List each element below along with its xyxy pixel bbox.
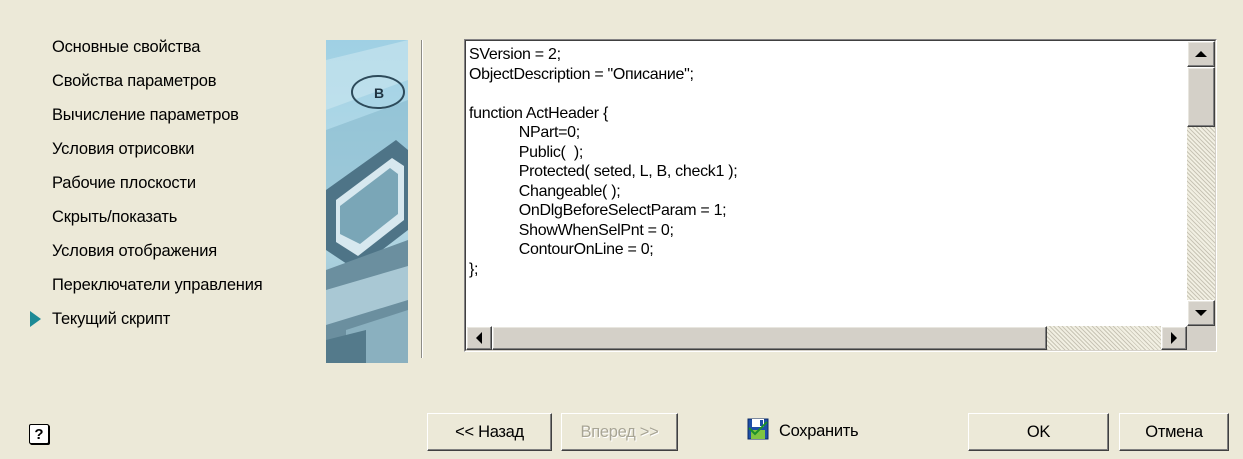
scroll-left-button[interactable] bbox=[466, 326, 492, 350]
cancel-button-label: Отмена bbox=[1145, 422, 1203, 441]
nav-item-label: Вычисление параметров bbox=[52, 106, 239, 124]
code-line: Changeable( ); bbox=[469, 182, 621, 200]
arrow-down-icon bbox=[1195, 310, 1207, 316]
nav-item-label: Условия отрисовки bbox=[52, 140, 195, 158]
horizontal-scroll-thumb[interactable] bbox=[492, 326, 1047, 350]
save-button[interactable]: Сохранить bbox=[746, 416, 859, 446]
cancel-button[interactable]: Отмена bbox=[1119, 413, 1229, 451]
code-line: ObjectDescription = "Описание"; bbox=[469, 65, 694, 83]
save-icon bbox=[746, 417, 770, 446]
divider bbox=[421, 40, 423, 358]
back-button-label: << Назад bbox=[455, 422, 524, 441]
nav-item-parameter-calculation[interactable]: Вычисление параметров bbox=[30, 98, 320, 132]
code-line: }; bbox=[469, 260, 479, 278]
code-line: Protected( seted, L, B, check1 ); bbox=[469, 163, 738, 180]
nav-item-display-conditions[interactable]: Условия отображения bbox=[30, 234, 320, 268]
script-editor[interactable]: SVersion = 2; ObjectDescription = "Описан… bbox=[464, 39, 1217, 352]
help-button[interactable]: ? bbox=[29, 424, 49, 444]
scroll-up-button[interactable] bbox=[1187, 41, 1215, 67]
nav-item-hide-show[interactable]: Скрыть/показать bbox=[30, 200, 320, 234]
ok-button[interactable]: OK bbox=[968, 413, 1109, 451]
nav-item-drawing-conditions[interactable]: Условия отрисовки bbox=[30, 132, 320, 166]
nav-item-label: Свойства параметров bbox=[52, 72, 217, 90]
scrollbar-corner bbox=[1187, 326, 1215, 350]
nav-item-label: Переключатели управления bbox=[52, 276, 263, 294]
nav-item-label: Рабочие плоскости bbox=[52, 174, 196, 192]
nav-item-label: Скрыть/показать bbox=[52, 208, 178, 226]
current-step-arrow-icon bbox=[30, 311, 41, 327]
nav-item-work-planes[interactable]: Рабочие плоскости bbox=[30, 166, 320, 200]
ok-button-label: OK bbox=[1026, 422, 1051, 441]
nav-item-basic-properties[interactable]: Основные свойства bbox=[30, 30, 320, 64]
script-text[interactable]: SVersion = 2; ObjectDescription = "Описан… bbox=[469, 45, 1183, 326]
code-line: OnDlgBeforeSelectParam = 1; bbox=[469, 202, 727, 219]
nav-item-label: Основные свойства bbox=[52, 38, 201, 56]
code-line: ContourOnLine = 0; bbox=[469, 241, 654, 258]
vertical-scroll-thumb[interactable] bbox=[1187, 67, 1215, 127]
nav-item-label: Текущий скрипт bbox=[52, 310, 171, 328]
script-editor-inner: SVersion = 2; ObjectDescription = "Описан… bbox=[465, 40, 1216, 351]
code-line: NPart=0; bbox=[469, 124, 581, 141]
code-line: ShowWhenSelPnt = 0; bbox=[469, 221, 674, 239]
code-line: Public( ); bbox=[469, 143, 584, 161]
arrow-up-icon bbox=[1195, 51, 1207, 57]
code-line: SVersion = 2; bbox=[469, 46, 561, 63]
next-button-label: Вперед >> bbox=[580, 422, 659, 441]
nav-item-parameter-properties[interactable]: Свойства параметров bbox=[30, 64, 320, 98]
nav-item-control-switches[interactable]: Переключатели управления bbox=[30, 268, 320, 302]
scroll-down-button[interactable] bbox=[1187, 300, 1215, 326]
wizard-nav: Основные свойства Свойства параметров Вы… bbox=[30, 30, 320, 336]
horizontal-scrollbar[interactable] bbox=[466, 326, 1187, 350]
save-button-label: Сохранить bbox=[779, 421, 859, 440]
nav-item-current-script[interactable]: Текущий скрипт bbox=[30, 302, 320, 336]
banner-badge: B bbox=[374, 85, 384, 101]
help-icon: ? bbox=[34, 425, 44, 443]
building-banner-image: B bbox=[326, 40, 408, 363]
nav-item-label: Условия отображения bbox=[52, 242, 217, 260]
arrow-left-icon bbox=[476, 332, 482, 344]
arrow-right-icon bbox=[1171, 332, 1177, 344]
back-button[interactable]: << Назад bbox=[427, 413, 552, 451]
code-line: function ActHeader { bbox=[469, 104, 608, 122]
scroll-right-button[interactable] bbox=[1161, 326, 1187, 350]
next-button[interactable]: Вперед >> bbox=[561, 413, 678, 451]
vertical-scrollbar[interactable] bbox=[1187, 41, 1215, 326]
